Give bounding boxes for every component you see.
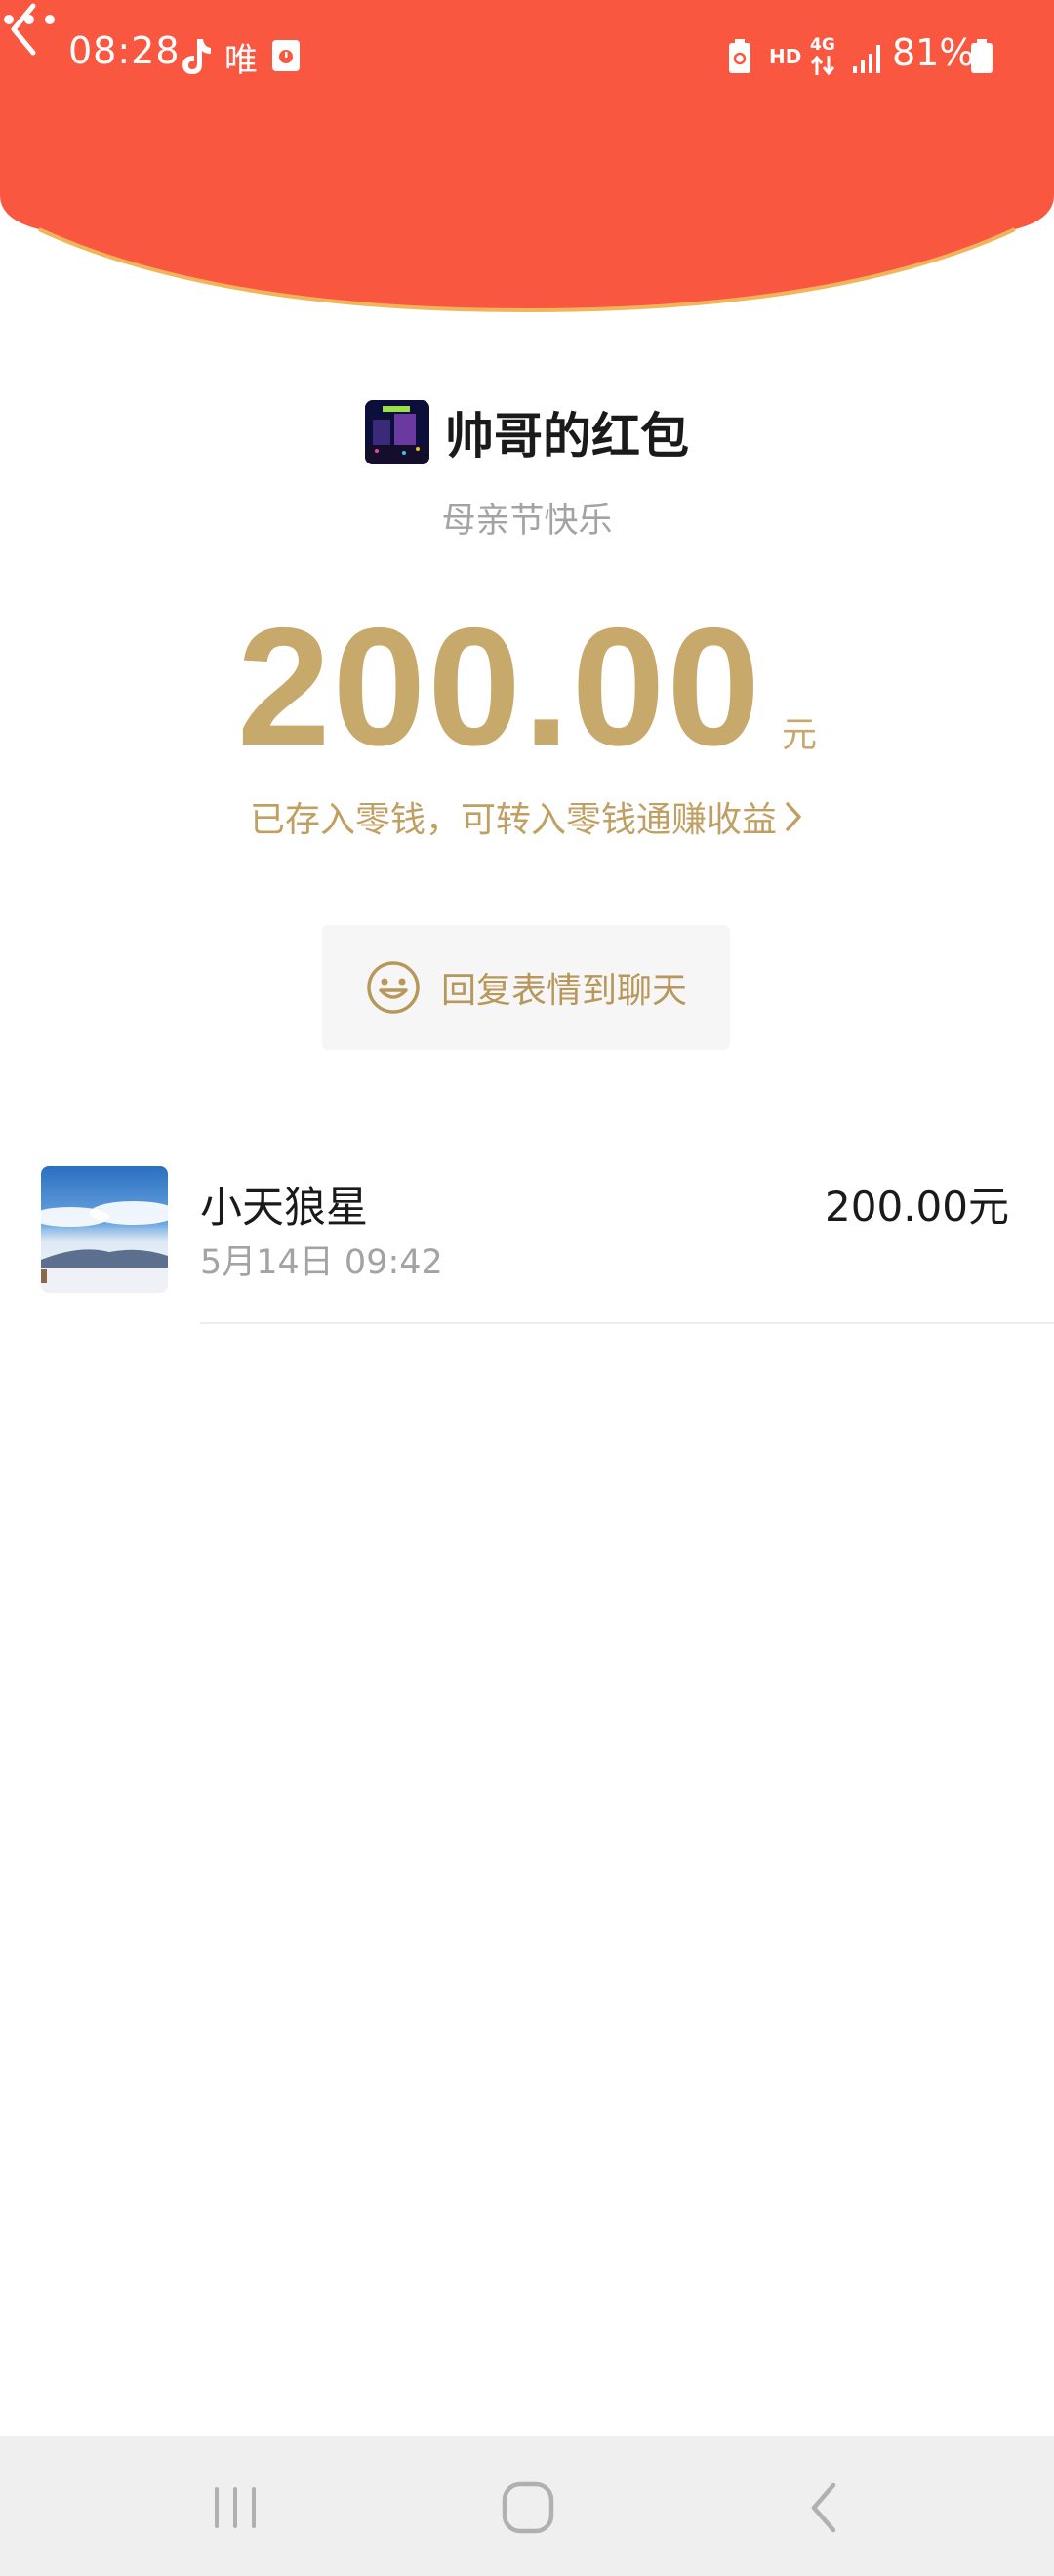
home-button[interactable] bbox=[494, 2474, 562, 2542]
4g-icon: 4G bbox=[806, 35, 841, 78]
system-nav-bar bbox=[0, 2436, 1054, 2576]
system-back-button[interactable] bbox=[790, 2474, 859, 2542]
amount-row: 200.00 元 bbox=[0, 595, 1054, 771]
wei-app-icon: 唯 bbox=[224, 41, 258, 80]
reply-sticker-label: 回复表情到聊天 bbox=[440, 971, 687, 1011]
calendar-icon bbox=[272, 40, 300, 71]
sender-name: 帅哥的红包 bbox=[445, 408, 689, 464]
sender-avatar bbox=[365, 400, 429, 464]
status-time: 08:28 bbox=[68, 29, 181, 72]
recent-apps-button[interactable] bbox=[201, 2474, 269, 2542]
smiley-icon bbox=[367, 961, 420, 1014]
change-wallet-link[interactable]: 已存入零钱，可转入零钱通赚收益 bbox=[0, 792, 1054, 841]
amount-value: 200.00 bbox=[236, 593, 763, 781]
receive-time: 5月14日 09:42 bbox=[200, 1243, 443, 1282]
hd-icon: HD bbox=[769, 45, 802, 68]
recipient-avatar bbox=[41, 1166, 168, 1293]
sender-row: 帅哥的红包 bbox=[0, 398, 1054, 466]
status-bar: 08:28 唯 HD 4G 81% bbox=[0, 0, 1054, 115]
signal-icon bbox=[853, 45, 880, 73]
recipient-name: 小天狼星 bbox=[200, 1184, 368, 1232]
sim-card-icon bbox=[729, 39, 750, 73]
list-item[interactable]: 小天狼星 5月14日 09:42 200.00元 bbox=[0, 1166, 1054, 1324]
divider bbox=[200, 1322, 1054, 1324]
tiktok-icon bbox=[182, 39, 211, 74]
more-button[interactable] bbox=[0, 0, 59, 39]
amount-unit: 元 bbox=[782, 715, 818, 755]
battery-percent: 81% bbox=[892, 31, 975, 74]
change-wallet-text: 已存入零钱，可转入零钱通赚收益 bbox=[249, 800, 777, 840]
receive-amount: 200.00元 bbox=[825, 1183, 1009, 1230]
chevron-right-icon bbox=[786, 802, 801, 831]
reply-sticker-button[interactable]: 回复表情到聊天 bbox=[322, 925, 730, 1050]
red-packet-header: 08:28 唯 HD 4G 81% bbox=[0, 0, 1054, 312]
battery-icon bbox=[971, 39, 993, 73]
greeting-text: 母亲节快乐 bbox=[441, 502, 613, 541]
